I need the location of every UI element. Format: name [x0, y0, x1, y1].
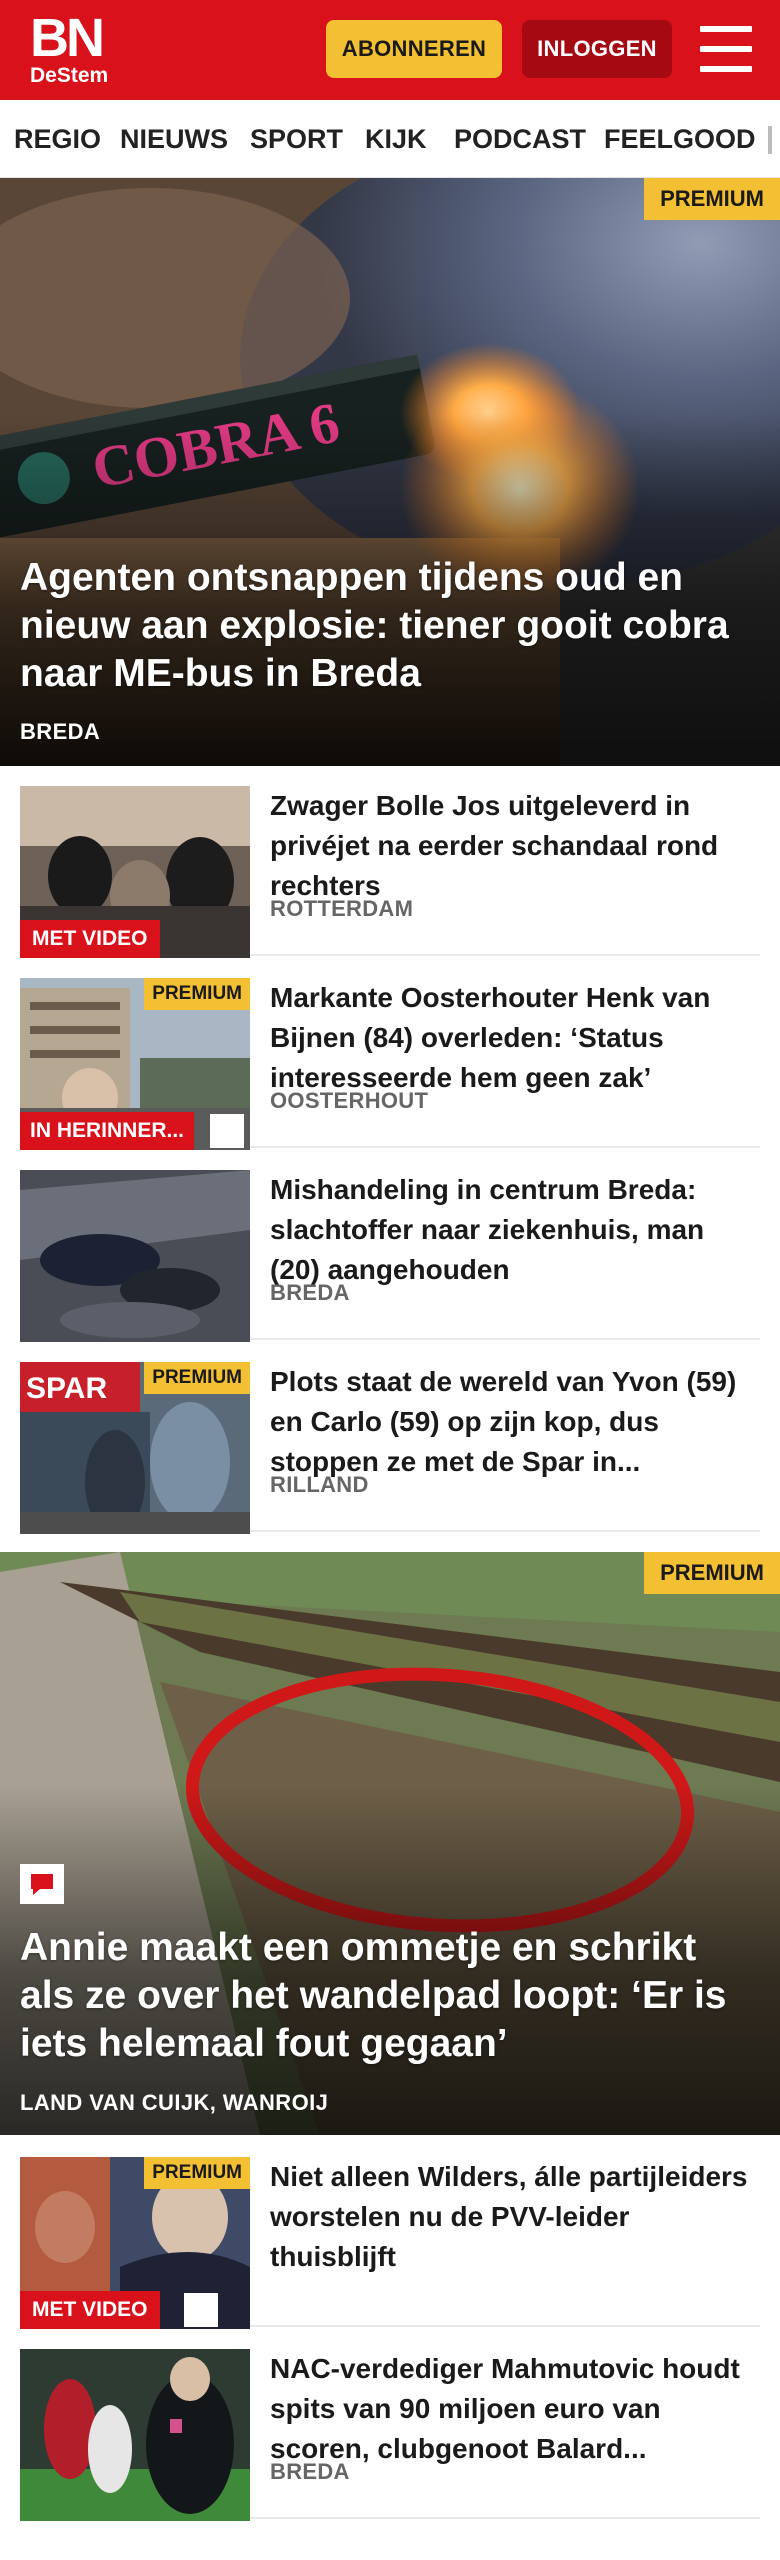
hero-article-top[interactable]: COBRA 6 PREMIUM Agenten ontsnappen tijde… [0, 178, 780, 766]
article-title[interactable]: NAC-verdediger Mahmutovic houdt spits va… [270, 2349, 760, 2469]
site-logo[interactable]: BN DeStem [30, 8, 120, 88]
premium-badge: PREMIUM [144, 2157, 250, 2189]
article-title[interactable]: Markante Oosterhouter Henk van Bijnen (8… [270, 978, 760, 1098]
login-button[interactable]: INLOGGEN [522, 20, 672, 78]
video-badge: MET VIDEO [20, 2291, 160, 2329]
article-thumbnail: SPAR PREMIUM [20, 1362, 250, 1534]
hero-article-bottom[interactable]: PREMIUM Annie maakt een ommetje en schri… [0, 1552, 780, 2135]
nav-item-podcast[interactable]: PODCAST [454, 100, 586, 177]
site-header: BN DeStem ABONNEREN INLOGGEN [0, 0, 780, 100]
article-location: BREDA [270, 2459, 350, 2484]
premium-badge: PREMIUM [644, 178, 780, 220]
article-title[interactable]: Mishandeling in centrum Breda: slachtoff… [270, 1170, 760, 1290]
premium-badge: PREMIUM [144, 1362, 250, 1394]
list-item[interactable]: SPAR PREMIUM Plots staat de wereld van Y… [20, 1342, 760, 1534]
article-location: BREDA [270, 1280, 350, 1305]
comment-icon[interactable] [210, 1114, 244, 1148]
logo-destem: DeStem [30, 64, 109, 87]
list-item[interactable]: NAC-verdediger Mahmutovic houdt spits va… [20, 2329, 760, 2521]
premium-badge: PREMIUM [644, 1552, 780, 1594]
article-thumbnail: MET VIDEO [20, 786, 250, 958]
hero-title[interactable]: Agenten ontsnappen tijdens oud en nieuw … [20, 554, 760, 698]
hamburger-menu-icon[interactable] [700, 26, 752, 72]
comment-icon[interactable] [20, 1864, 64, 1904]
main-nav: REGIO NIEUWS SPORT KIJK PODCAST FEELGOOD [0, 100, 780, 178]
list-item[interactable]: Mishandeling in centrum Breda: slachtoff… [20, 1150, 760, 1342]
nav-item-feelgood[interactable]: FEELGOOD [604, 100, 756, 177]
article-thumbnail: PREMIUM MET VIDEO [20, 2157, 250, 2329]
article-thumbnail [20, 1170, 250, 1342]
article-location: RILLAND [270, 1472, 369, 1497]
hero-location: LAND VAN CUIJK, WANROIJ [20, 2090, 329, 2115]
hero-title[interactable]: Annie maakt een ommetje en schrikt als z… [20, 1924, 760, 2068]
nav-overflow-indicator [768, 126, 772, 154]
nav-item-kijk[interactable]: KIJK [365, 100, 427, 177]
article-thumbnail: PREMIUM IN HERINNER... [20, 978, 250, 1150]
article-location: ROTTERDAM [270, 896, 414, 921]
video-badge: MET VIDEO [20, 920, 160, 958]
premium-badge: PREMIUM [144, 978, 250, 1010]
hero-location: BREDA [20, 719, 101, 744]
comment-icon[interactable] [184, 2293, 218, 2327]
nav-item-nieuws[interactable]: NIEUWS [120, 100, 228, 177]
article-title[interactable]: Plots staat de wereld van Yvon (59) en C… [270, 1362, 760, 1482]
article-title[interactable]: Zwager Bolle Jos uitgeleverd in privéjet… [270, 786, 760, 906]
article-title[interactable]: Niet alleen Wilders, álle partijlei­ders… [270, 2157, 760, 2277]
list-item[interactable]: PREMIUM IN HERINNER... Markante Oosterho… [20, 958, 760, 1150]
list-item[interactable]: MET VIDEO Zwager Bolle Jos uitgeleverd i… [20, 766, 760, 958]
memorial-badge: IN HERINNER... [20, 1112, 195, 1150]
thumb-spar-logo-text: SPAR [26, 1372, 107, 1405]
article-location: OOSTERHOUT [270, 1088, 429, 1113]
logo-bn: BN [30, 8, 105, 68]
article-thumbnail [20, 2349, 250, 2521]
nav-item-sport[interactable]: SPORT [250, 100, 343, 177]
nav-item-regio[interactable]: REGIO [14, 100, 101, 177]
subscribe-button[interactable]: ABONNEREN [326, 20, 502, 78]
list-item[interactable]: PREMIUM MET VIDEO Niet alleen Wilders, á… [20, 2137, 760, 2329]
